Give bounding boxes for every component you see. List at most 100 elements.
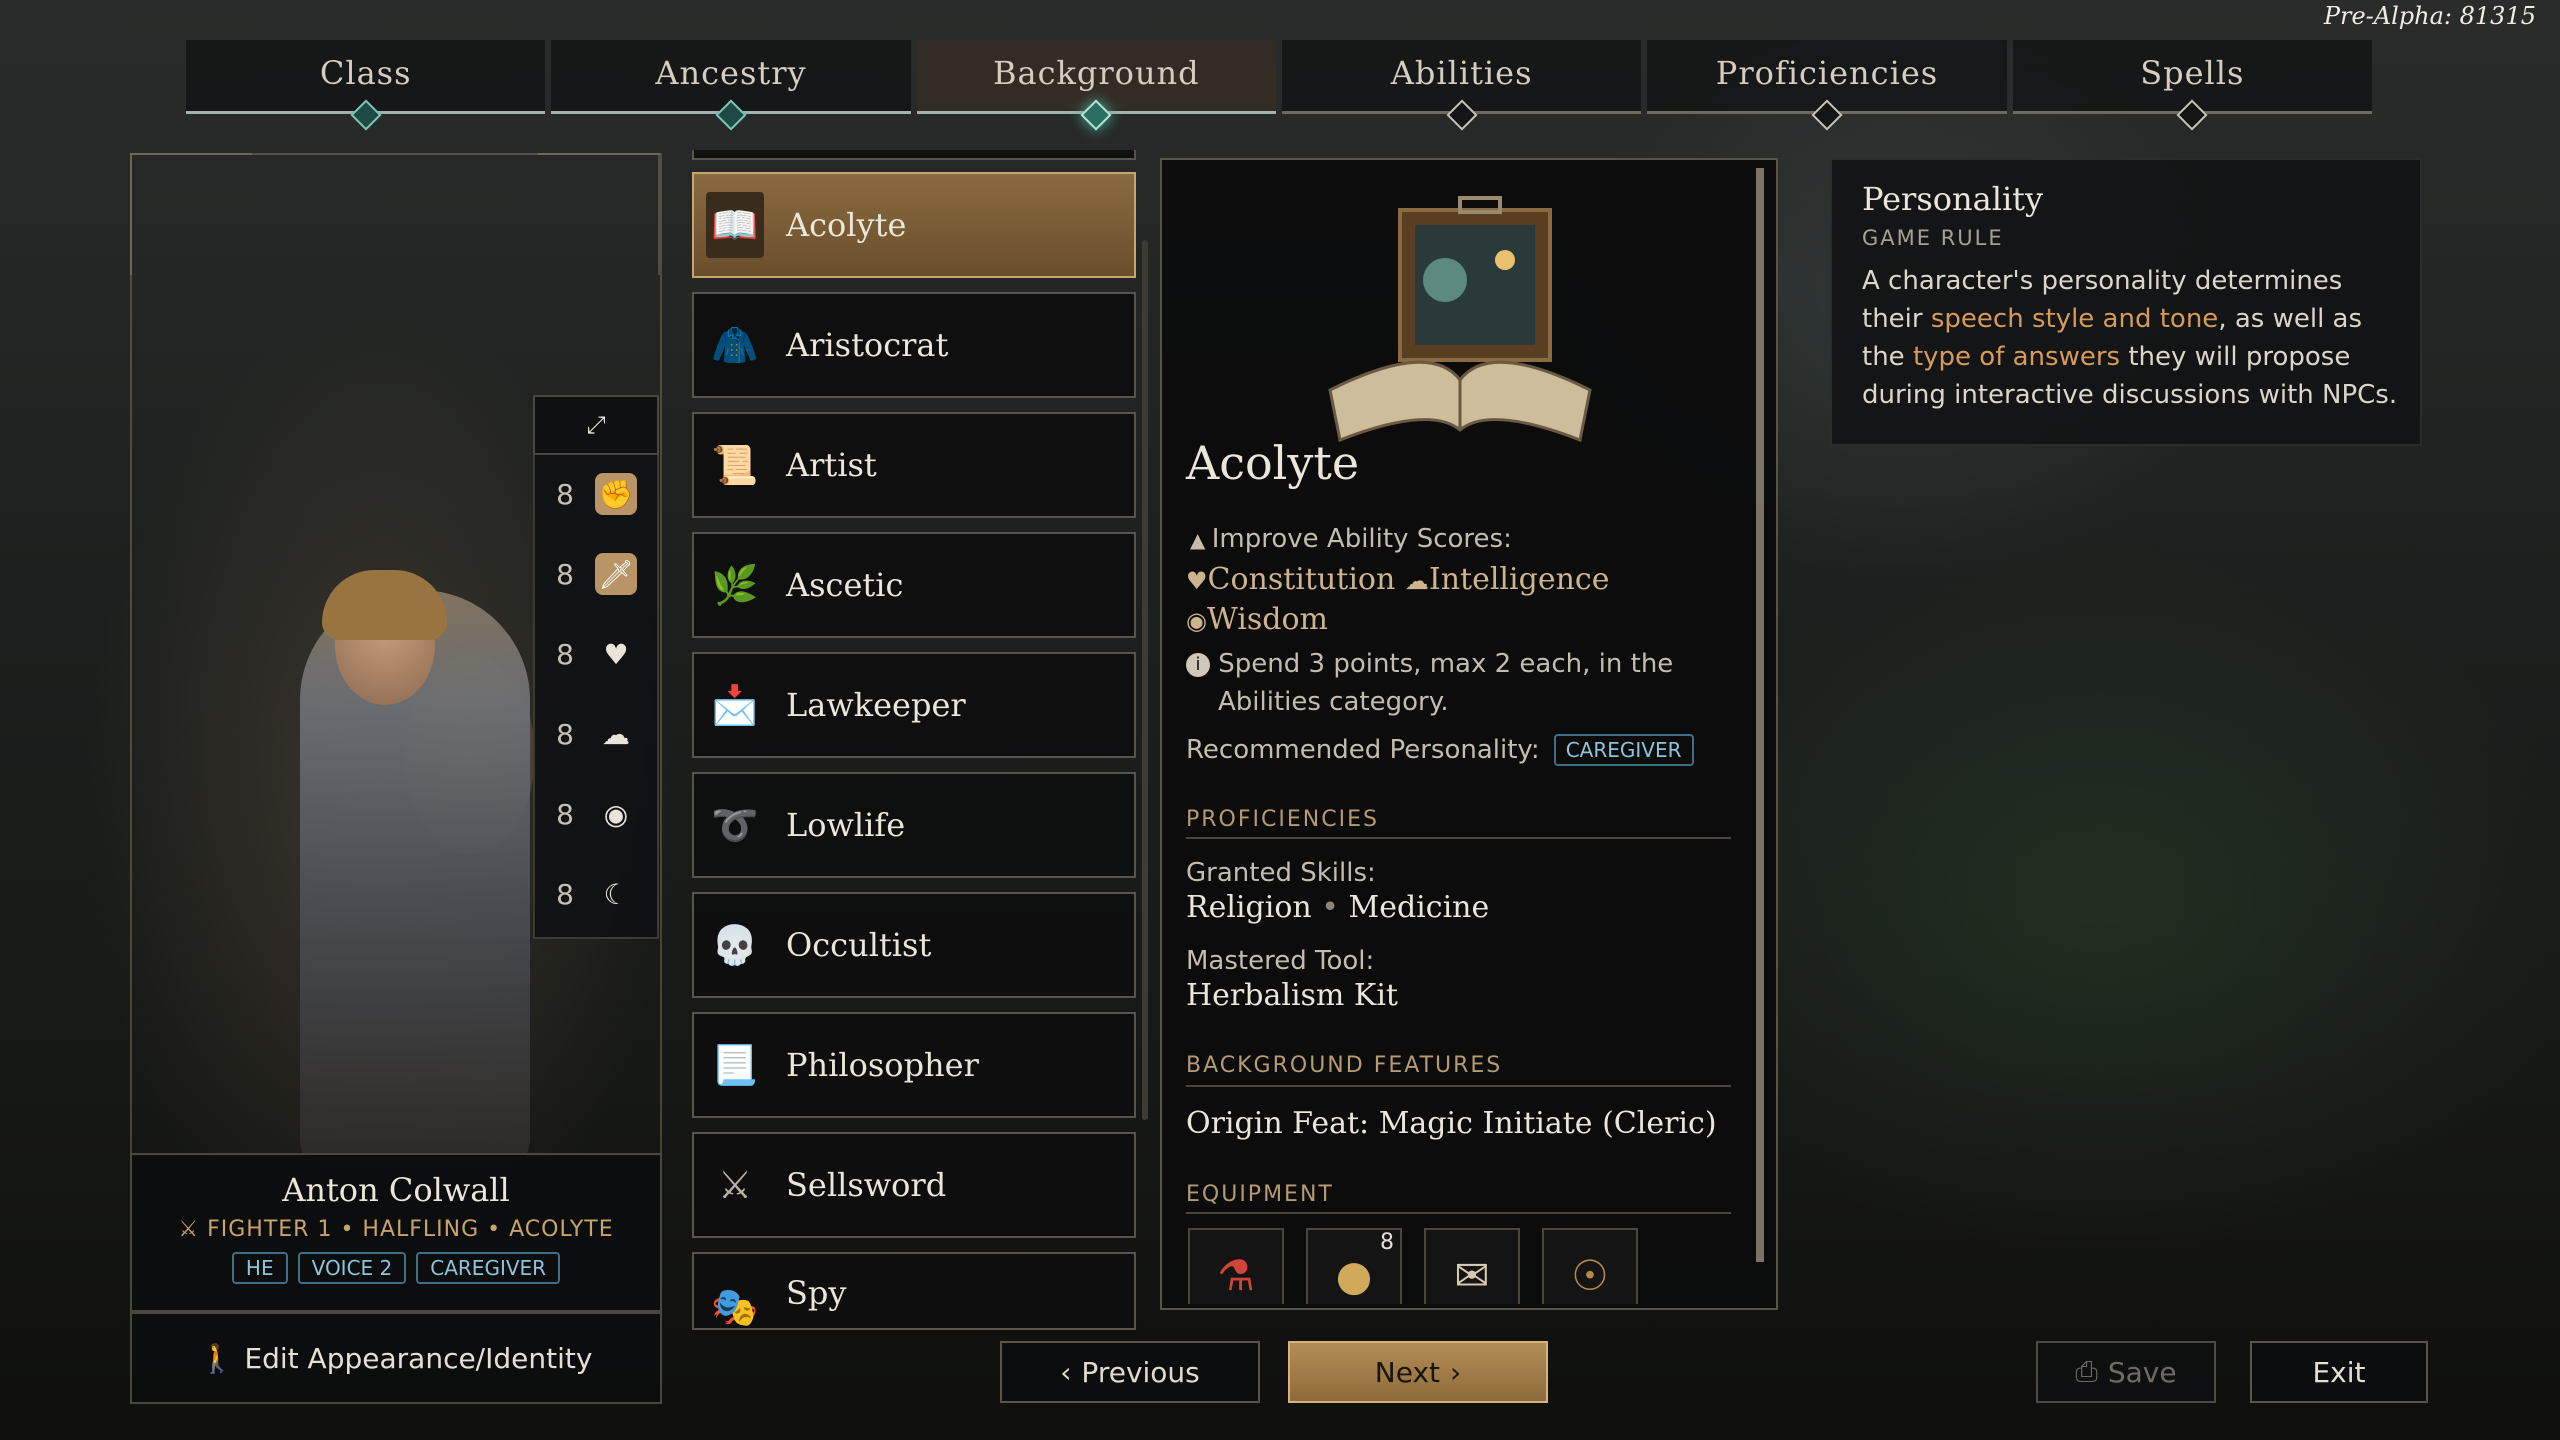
- tooltip-line: their: [1862, 304, 1931, 334]
- triangle-up-icon: ▲: [1190, 528, 1212, 552]
- tab-label: Proficiencies: [1715, 54, 1939, 92]
- tooltip-line: during interactive discussions with NPCs…: [1862, 380, 2398, 410]
- save-icon: ⎙: [2075, 1355, 2098, 1388]
- recommended-label: Recommended Personality:: [1186, 735, 1540, 765]
- heart-icon: ♥: [603, 637, 629, 671]
- next-label: Next: [1374, 1355, 1441, 1389]
- list-item-acolyte[interactable]: 📖 Acolyte: [692, 172, 1136, 278]
- tab-ancestry[interactable]: Ancestry: [551, 40, 911, 131]
- tab-background[interactable]: Background: [916, 40, 1276, 131]
- exit-label: Exit: [2312, 1355, 2366, 1389]
- detail-title: Acolyte: [1186, 436, 1360, 490]
- build-version: Pre-Alpha: 81315: [2323, 2, 2536, 30]
- character-summary: Anton Colwall ⚔ FIGHTER 1 • HALFLING • A…: [130, 1153, 662, 1312]
- tooltip-body: A character's personality determines the…: [1862, 262, 2402, 414]
- origin-feat[interactable]: Origin Feat: Magic Initiate (Cleric): [1186, 1106, 1717, 1141]
- list-scrollbar[interactable]: [1142, 240, 1148, 1120]
- info-icon: i: [1186, 652, 1210, 677]
- equipment-slot[interactable]: ● 8: [1306, 1228, 1402, 1304]
- eye-icon: ◉: [1186, 607, 1207, 635]
- brain-icon: ☁: [1404, 567, 1429, 595]
- features-header: BACKGROUND FEATURES: [1186, 1053, 1503, 1078]
- list-item-artist[interactable]: 📜 Artist: [692, 412, 1136, 518]
- sword-icon: ⚔: [717, 1163, 753, 1207]
- list-item-spy[interactable]: 🎭 Spy: [692, 1252, 1136, 1330]
- seal-icon: 📩: [711, 682, 759, 727]
- ability-options-row2: ◉Wisdom: [1186, 602, 1328, 637]
- voice-tag: VOICE 2: [297, 1252, 407, 1284]
- save-button[interactable]: ⎙ Save: [2036, 1341, 2216, 1403]
- next-button[interactable]: Next ›: [1288, 1341, 1548, 1403]
- granted-skills: Religion • Medicine: [1186, 890, 1490, 925]
- list-item-lawkeeper[interactable]: 📩 Lawkeeper: [692, 652, 1136, 758]
- ability-score-strength: 8 ✊: [535, 455, 653, 533]
- tooltip-subtitle: GAME RULE: [1862, 226, 2004, 250]
- list-item-label: Lawkeeper: [786, 686, 966, 724]
- personality-tag: CAREGIVER: [416, 1252, 561, 1284]
- tab-class[interactable]: Class: [186, 40, 546, 131]
- ability-score-constitution: 8 ♥: [535, 615, 653, 693]
- save-label: Save: [2107, 1355, 2177, 1389]
- skill-medicine: Medicine: [1348, 890, 1490, 925]
- tooltip-line: they will propose: [2120, 342, 2351, 372]
- detail-scrollbar[interactable]: [1756, 168, 1764, 1262]
- character-info-text: FIGHTER 1 • HALFLING • ACOLYTE: [207, 1217, 614, 1242]
- list-item-lowlife[interactable]: ➰ Lowlife: [692, 772, 1136, 878]
- tooltip-title: Personality: [1862, 180, 2044, 218]
- ability-score-charisma: 8 ☾: [535, 855, 653, 933]
- active-diamond-icon: [1080, 99, 1112, 131]
- ability-value: 8: [556, 877, 574, 911]
- heart-icon: ♥: [1186, 567, 1208, 595]
- parchment-icon: 📃: [711, 1042, 759, 1087]
- tab-proficiencies[interactable]: Proficiencies: [1647, 40, 2007, 131]
- skull-icon: 💀: [711, 922, 759, 967]
- previous-button[interactable]: ‹ Previous: [1000, 1341, 1260, 1403]
- list-item-aristocrat[interactable]: 🧥 Aristocrat: [692, 292, 1136, 398]
- list-item-ascetic[interactable]: 🌿 Ascetic: [692, 532, 1136, 638]
- character-name: Anton Colwall: [282, 1171, 510, 1209]
- dagger-icon: 🗡: [595, 553, 637, 595]
- equipment-slot[interactable]: ⚗: [1188, 1228, 1284, 1304]
- completed-diamond-icon: [350, 99, 382, 131]
- list-item-label: Ascetic: [786, 566, 904, 604]
- ability-value: 8: [556, 797, 574, 831]
- ability-options: ♥Constitution ☁Intelligence: [1186, 562, 1609, 597]
- ability-score-wisdom: 8 ◉: [535, 775, 653, 853]
- tooltip-highlight: speech style and tone: [1930, 304, 2219, 334]
- charisma-icon: ☾: [603, 877, 629, 911]
- list-item-philosopher[interactable]: 📃 Philosopher: [692, 1012, 1136, 1118]
- character-tags: HE VOICE 2 CAREGIVER: [132, 1252, 660, 1284]
- coin-icon: ●: [1335, 1250, 1373, 1300]
- tab-spells[interactable]: Spells: [2012, 40, 2372, 131]
- list-item-label: Acolyte: [786, 206, 907, 244]
- list-item-label: Sellsword: [786, 1166, 947, 1204]
- list-item-label: Aristocrat: [786, 326, 949, 364]
- herb-icon: 🌿: [711, 562, 759, 607]
- list-item-label: Occultist: [786, 926, 932, 964]
- eye-icon: ◉: [603, 797, 629, 831]
- granted-skills-label: Granted Skills:: [1186, 858, 1376, 888]
- exit-button[interactable]: Exit: [2250, 1341, 2428, 1403]
- recommended-personality: Recommended Personality: CAREGIVER: [1186, 734, 1694, 766]
- tab-label: Spells: [2140, 54, 2245, 92]
- equipment-slot[interactable]: ✉: [1424, 1228, 1520, 1304]
- skill-religion: Religion: [1186, 890, 1312, 925]
- equipment-slot[interactable]: ☉: [1542, 1228, 1638, 1304]
- pronoun-tag: HE: [231, 1252, 288, 1284]
- ability-value: 8: [556, 557, 574, 591]
- list-item-sellsword[interactable]: ⚔ Sellsword: [692, 1132, 1136, 1238]
- list-item-occultist[interactable]: 💀 Occultist: [692, 892, 1136, 998]
- equipment-header: EQUIPMENT: [1186, 1182, 1334, 1207]
- potion-icon: ⚗: [1217, 1250, 1255, 1300]
- improve-abilities: ▲ Improve Ability Scores:: [1190, 524, 1512, 554]
- tab-abilities[interactable]: Abilities: [1281, 40, 1642, 131]
- amulet-icon: ☉: [1571, 1250, 1609, 1300]
- expand-button[interactable]: ⤢: [533, 395, 659, 455]
- edit-appearance-label: Edit Appearance/Identity: [244, 1341, 593, 1375]
- edit-appearance-button[interactable]: 🚶 Edit Appearance/Identity: [130, 1312, 662, 1404]
- fist-icon: ✊: [595, 473, 637, 515]
- tab-label: Background: [992, 54, 1200, 92]
- completed-diamond-icon: [715, 99, 747, 131]
- item-count: 8: [1380, 1230, 1394, 1255]
- previous-label: Previous: [1081, 1355, 1200, 1389]
